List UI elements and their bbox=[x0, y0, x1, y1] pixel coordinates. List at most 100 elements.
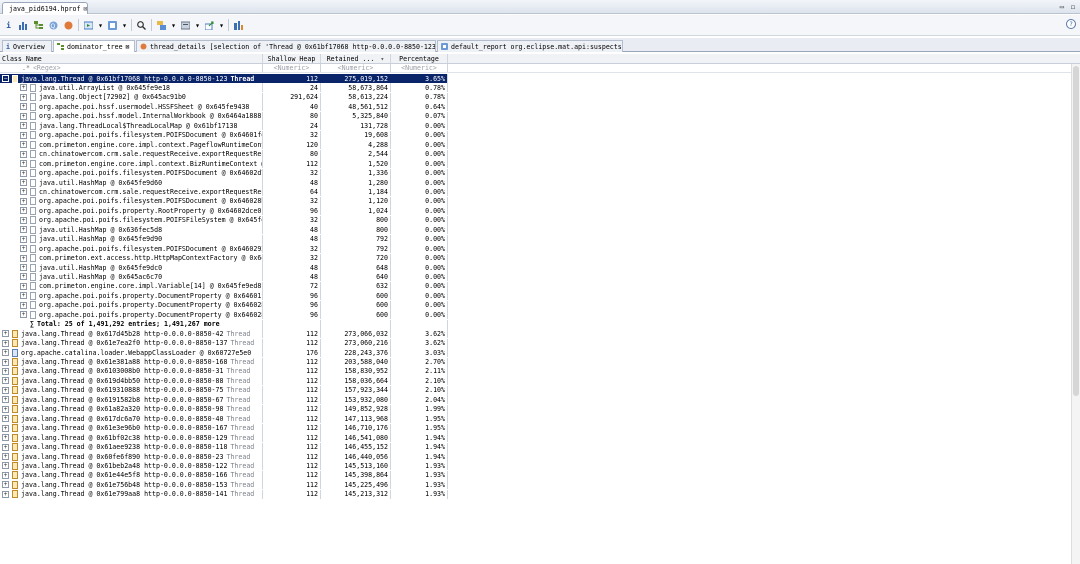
expand-toggle[interactable]: + bbox=[20, 179, 27, 186]
expand-toggle[interactable]: + bbox=[20, 160, 27, 168]
column-header-shallow-heap[interactable]: Shallow Heap bbox=[262, 54, 320, 63]
tab-default-report[interactable]: default_report org.eclipse.mat.api:suspe… bbox=[437, 40, 623, 52]
table-row[interactable]: + java.lang.Thread @ 0x61e799aa8 http-0.0… bbox=[0, 489, 448, 499]
chevron-down-icon[interactable]: ▾ bbox=[171, 20, 176, 31]
chevron-down-icon[interactable]: ▾ bbox=[219, 20, 224, 31]
table-row[interactable]: + com.primeton.ext.access.http.HttpMapCon… bbox=[0, 253, 448, 263]
calculate-retained-icon[interactable] bbox=[180, 20, 191, 31]
regex-filter[interactable]: .* <Regex> bbox=[0, 64, 262, 72]
expand-toggle[interactable]: + bbox=[20, 141, 27, 149]
thread-overview-icon[interactable] bbox=[63, 20, 74, 31]
column-header-class-name[interactable]: Class Name bbox=[0, 54, 262, 63]
table-row[interactable]: + java.lang.Thread @ 0x61e756b48 http-0.0… bbox=[0, 480, 448, 490]
expand-toggle[interactable]: + bbox=[20, 226, 27, 234]
vertical-scrollbar[interactable] bbox=[1071, 64, 1080, 564]
table-row[interactable]: + org.apache.poi.poifs.property.DocumentP… bbox=[0, 291, 448, 301]
table-row[interactable]: + org.apache.poi.poifs.filesystem.POIFSDo… bbox=[0, 168, 448, 178]
expand-toggle[interactable]: + bbox=[20, 197, 27, 205]
table-row[interactable]: + com.primeton.engine.core.impl.Variable[… bbox=[0, 281, 448, 291]
table-row[interactable]: + java.lang.Thread @ 0x61e44e5f8 http-0.0… bbox=[0, 470, 448, 480]
tab-thread-details[interactable]: thread_details [selection of 'Thread @ 0… bbox=[136, 40, 436, 52]
table-row[interactable]: + java.lang.Thread @ 0x61e381a88 http-0.0… bbox=[0, 357, 448, 367]
expand-toggle[interactable]: + bbox=[20, 311, 27, 319]
expand-toggle[interactable]: + bbox=[2, 471, 9, 479]
help-button[interactable]: ? bbox=[1066, 19, 1076, 29]
query-browser-icon[interactable] bbox=[107, 20, 118, 31]
table-row[interactable]: + org.apache.poi.poifs.filesystem.POIFSDo… bbox=[0, 130, 448, 140]
close-icon[interactable]: ⊠ bbox=[126, 43, 130, 51]
table-row[interactable]: + org.apache.poi.poifs.property.RootPrope… bbox=[0, 206, 448, 216]
retained-filter[interactable]: <Numeric> bbox=[320, 64, 390, 72]
expand-toggle[interactable]: + bbox=[20, 169, 27, 177]
table-row[interactable]: + org.apache.poi.poifs.filesystem.POIFSFi… bbox=[0, 215, 448, 225]
table-row[interactable]: + java.lang.Thread @ 0x61bf02c38 http-0.0… bbox=[0, 433, 448, 443]
dominator-tree-icon[interactable] bbox=[33, 20, 44, 31]
table-row[interactable]: + java.lang.Thread @ 0x6191582b8 http-0.0… bbox=[0, 395, 448, 405]
expand-toggle[interactable]: + bbox=[20, 264, 27, 271]
expand-toggle[interactable]: + bbox=[20, 254, 27, 262]
chevron-down-icon[interactable]: ▾ bbox=[122, 20, 127, 31]
tab-dominator-tree[interactable]: dominator_tree ⊠ bbox=[53, 40, 135, 52]
table-row[interactable]: + com.primeton.engine.core.impl.context.P… bbox=[0, 140, 448, 150]
expand-toggle[interactable]: + bbox=[20, 292, 27, 300]
expand-toggle[interactable]: + bbox=[20, 131, 27, 139]
table-row[interactable]: + java.lang.ThreadLocal$ThreadLocalMap @ … bbox=[0, 121, 448, 131]
expand-toggle[interactable]: + bbox=[2, 330, 9, 338]
table-row[interactable]: + java.lang.Thread @ 0x61e3e96b0 http-0.0… bbox=[0, 423, 448, 433]
expand-toggle[interactable]: + bbox=[2, 434, 9, 442]
expand-toggle[interactable]: + bbox=[2, 453, 9, 460]
expand-toggle[interactable]: + bbox=[20, 282, 27, 290]
collapse-toggle[interactable]: − bbox=[2, 75, 9, 82]
export-icon[interactable] bbox=[204, 20, 215, 31]
table-row[interactable]: + java.lang.Thread @ 0x61aee9238 http-0.0… bbox=[0, 442, 448, 452]
group-by-icon[interactable] bbox=[156, 20, 167, 31]
table-row[interactable]: + java.util.HashMap @ 0x645ac6c70 48 640 0.0… bbox=[0, 272, 448, 282]
expand-toggle[interactable]: + bbox=[2, 377, 9, 385]
table-row[interactable]: + java.util.HashMap @ 0x645fe9d60 48 1,280 0… bbox=[0, 178, 448, 187]
info-icon[interactable]: i bbox=[3, 20, 14, 31]
expand-toggle[interactable]: + bbox=[20, 84, 27, 92]
expand-toggle[interactable]: + bbox=[20, 245, 27, 253]
table-row[interactable]: + org.apache.poi.hssf.usermodel.HSSFSheet… bbox=[0, 102, 448, 112]
expand-toggle[interactable]: + bbox=[2, 490, 9, 498]
column-header-retained-heap[interactable]: Retained ... ▾ bbox=[320, 54, 390, 63]
run-report-icon[interactable] bbox=[83, 20, 94, 31]
minimize-button[interactable]: ▭ bbox=[1060, 3, 1064, 11]
expand-toggle[interactable]: + bbox=[2, 415, 9, 423]
table-row[interactable]: + java.util.HashMap @ 0x645fe9dc0 48 648 0.0… bbox=[0, 263, 448, 272]
expand-toggle[interactable]: + bbox=[20, 301, 27, 309]
expand-toggle[interactable]: + bbox=[20, 122, 27, 130]
expand-toggle[interactable]: + bbox=[2, 349, 9, 356]
table-row[interactable]: + org.apache.poi.hssf.model.InternalWorkb… bbox=[0, 111, 448, 121]
expand-toggle[interactable]: + bbox=[2, 462, 9, 470]
table-row[interactable]: + java.util.ArrayList @ 0x645fe9e18 24 58,6… bbox=[0, 83, 448, 93]
expand-toggle[interactable]: + bbox=[2, 405, 9, 413]
scrollbar-thumb[interactable] bbox=[1073, 66, 1079, 396]
table-row[interactable]: + org.apache.catalina.loader.WebappClassL… bbox=[0, 348, 448, 357]
expand-toggle[interactable]: + bbox=[2, 424, 9, 432]
expand-toggle[interactable]: + bbox=[2, 481, 9, 489]
expand-toggle[interactable]: + bbox=[20, 112, 27, 120]
expand-toggle[interactable]: + bbox=[2, 386, 9, 394]
expand-toggle[interactable]: + bbox=[20, 188, 27, 196]
search-icon[interactable] bbox=[136, 20, 147, 31]
expand-toggle[interactable]: + bbox=[20, 93, 27, 101]
table-row[interactable]: + java.lang.Object[72902] @ 0x645ac91b0 29… bbox=[0, 92, 448, 102]
expand-toggle[interactable]: + bbox=[20, 235, 27, 243]
table-row[interactable]: + cn.chinatowercom.crm.sale.requestReceiv… bbox=[0, 187, 448, 197]
expand-toggle[interactable]: + bbox=[20, 150, 27, 158]
expand-toggle[interactable]: + bbox=[20, 273, 27, 281]
expand-toggle[interactable]: + bbox=[20, 207, 27, 215]
table-row[interactable]: + java.lang.Thread @ 0x619310888 http-0.0… bbox=[0, 385, 448, 395]
maximize-button[interactable]: ◻ bbox=[1071, 3, 1075, 11]
table-row[interactable]: + org.apache.poi.poifs.filesystem.POIFSDo… bbox=[0, 196, 448, 206]
table-row[interactable]: + java.lang.Thread @ 0x61beb2a48 http-0.0… bbox=[0, 461, 448, 471]
table-row[interactable]: + java.lang.Thread @ 0x6103008b0 http-0.0… bbox=[0, 366, 448, 376]
table-row[interactable]: + org.apache.poi.poifs.property.DocumentP… bbox=[0, 310, 448, 320]
table-row[interactable]: + java.lang.Thread @ 0x619d4bb50 http-0.0… bbox=[0, 376, 448, 386]
table-row[interactable]: + java.lang.Thread @ 0x617d45b28 http-0.0… bbox=[0, 329, 448, 339]
expand-toggle[interactable]: + bbox=[2, 358, 9, 366]
chevron-down-icon[interactable]: ▾ bbox=[195, 20, 200, 31]
column-header-percentage[interactable]: Percentage bbox=[390, 54, 448, 63]
expand-toggle[interactable]: + bbox=[2, 443, 9, 451]
